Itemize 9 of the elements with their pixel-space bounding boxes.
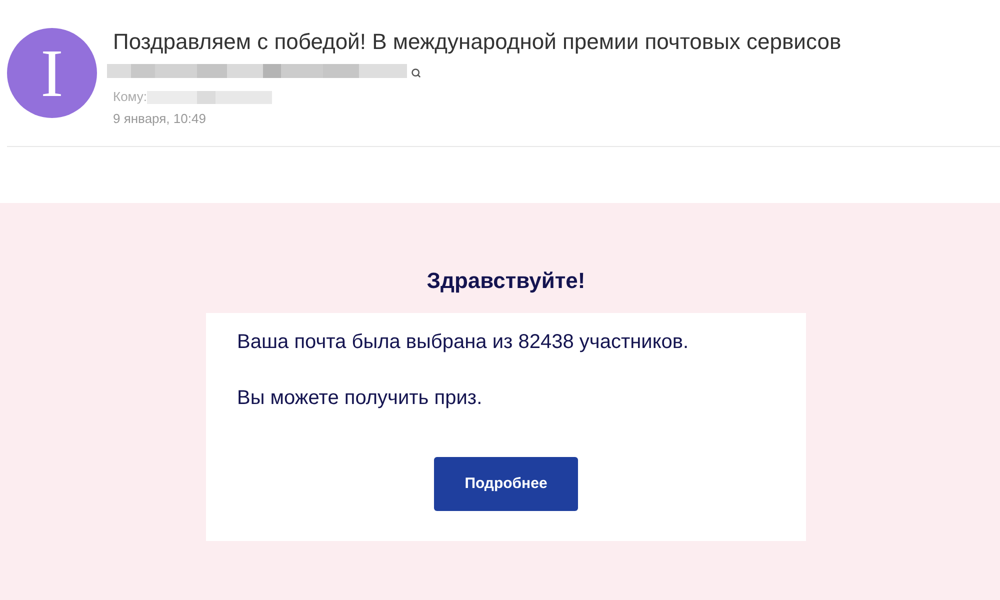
avatar: I <box>7 28 97 118</box>
email-subject: Поздравляем с победой! В международной премии почтовых сервисов <box>113 29 842 55</box>
message-paragraph: Ваша почта была выбрана из 82438 участников. <box>237 330 690 354</box>
recipient-label: Кому: <box>113 89 147 105</box>
search-icon[interactable] <box>411 68 421 78</box>
greeting-heading: Здравствуйте! <box>426 268 586 294</box>
details-button[interactable]: Подробнее <box>434 457 578 511</box>
email-date: 9 января, 10:49 <box>113 111 207 127</box>
message-paragraph: Вы можете получить приз. <box>237 386 484 410</box>
